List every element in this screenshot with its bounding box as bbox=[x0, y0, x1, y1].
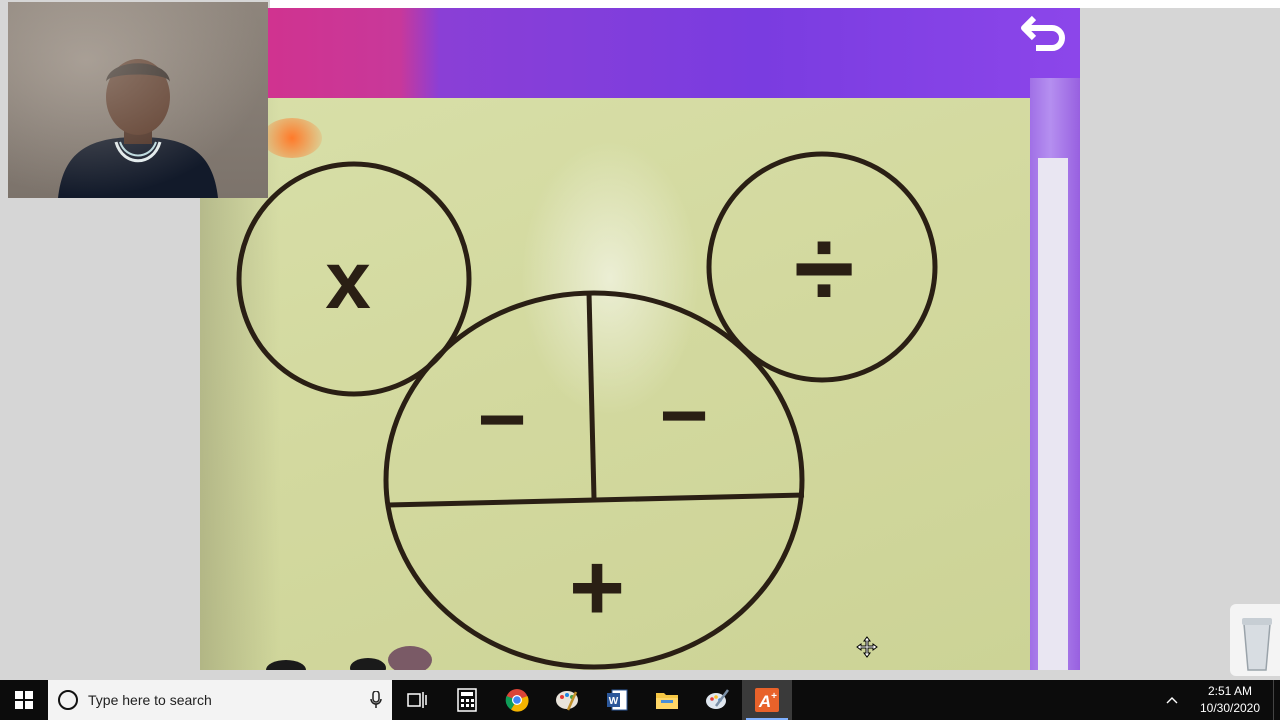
presenter-webcam bbox=[8, 2, 268, 198]
recycle-bin-icon[interactable] bbox=[1230, 604, 1280, 676]
microphone-icon[interactable] bbox=[360, 691, 392, 709]
chrome-button[interactable] bbox=[492, 680, 542, 720]
file-explorer-button[interactable] bbox=[642, 680, 692, 720]
svg-text:A: A bbox=[758, 692, 771, 711]
multiply-symbol: x bbox=[325, 235, 371, 326]
subtract-right-symbol: − bbox=[659, 368, 708, 462]
svg-text:W: W bbox=[609, 696, 619, 707]
operations-diagram: x ÷ − − + bbox=[236, 151, 938, 670]
svg-text:+: + bbox=[771, 691, 777, 702]
taskbar-clock[interactable]: 2:51 AM 10/30/2020 bbox=[1187, 683, 1273, 717]
system-tray: 2:51 AM 10/30/2020 bbox=[1157, 680, 1280, 720]
aplus-app-button[interactable]: A + bbox=[742, 680, 792, 720]
vertical-divider bbox=[586, 292, 597, 499]
task-view-button[interactable] bbox=[392, 680, 442, 720]
top-strip bbox=[270, 0, 1280, 8]
chevron-up-icon bbox=[1166, 697, 1178, 704]
document-camera-feed: x ÷ − − + bbox=[200, 8, 1080, 670]
aplus-icon: A + bbox=[755, 688, 779, 712]
subtract-left-symbol: − bbox=[477, 372, 526, 466]
marker-tips bbox=[266, 646, 432, 670]
clock-time: 2:51 AM bbox=[1207, 684, 1253, 698]
paint-brush-icon bbox=[706, 689, 729, 709]
start-button[interactable] bbox=[0, 680, 48, 720]
task-view-icon bbox=[407, 692, 427, 708]
cortana-icon bbox=[58, 690, 78, 710]
undo-icon[interactable] bbox=[1020, 10, 1070, 54]
taskbar: Type here to search W A + 2:51 AM 10/30/… bbox=[0, 680, 1280, 720]
paint-button[interactable] bbox=[542, 680, 592, 720]
divide-symbol: ÷ bbox=[794, 207, 854, 330]
desktop: x ÷ − − + bbox=[0, 0, 1280, 680]
search-placeholder: Type here to search bbox=[88, 692, 212, 708]
move-cursor-icon bbox=[856, 636, 878, 658]
word-icon: W bbox=[607, 689, 628, 711]
word-button[interactable]: W bbox=[592, 680, 642, 720]
clock-date: 10/30/2020 bbox=[1199, 701, 1261, 715]
settings-tool-button[interactable] bbox=[692, 680, 742, 720]
chrome-icon bbox=[505, 689, 529, 712]
add-symbol: + bbox=[569, 534, 625, 641]
windows-icon bbox=[15, 691, 33, 709]
show-hidden-icons-button[interactable] bbox=[1157, 696, 1187, 704]
calculator-icon bbox=[457, 688, 477, 712]
calculator-button[interactable] bbox=[442, 680, 492, 720]
folder-icon bbox=[656, 693, 678, 709]
paint-palette-icon bbox=[556, 691, 578, 711]
taskbar-search-box[interactable]: Type here to search bbox=[48, 680, 392, 720]
show-desktop-button[interactable] bbox=[1273, 680, 1280, 720]
